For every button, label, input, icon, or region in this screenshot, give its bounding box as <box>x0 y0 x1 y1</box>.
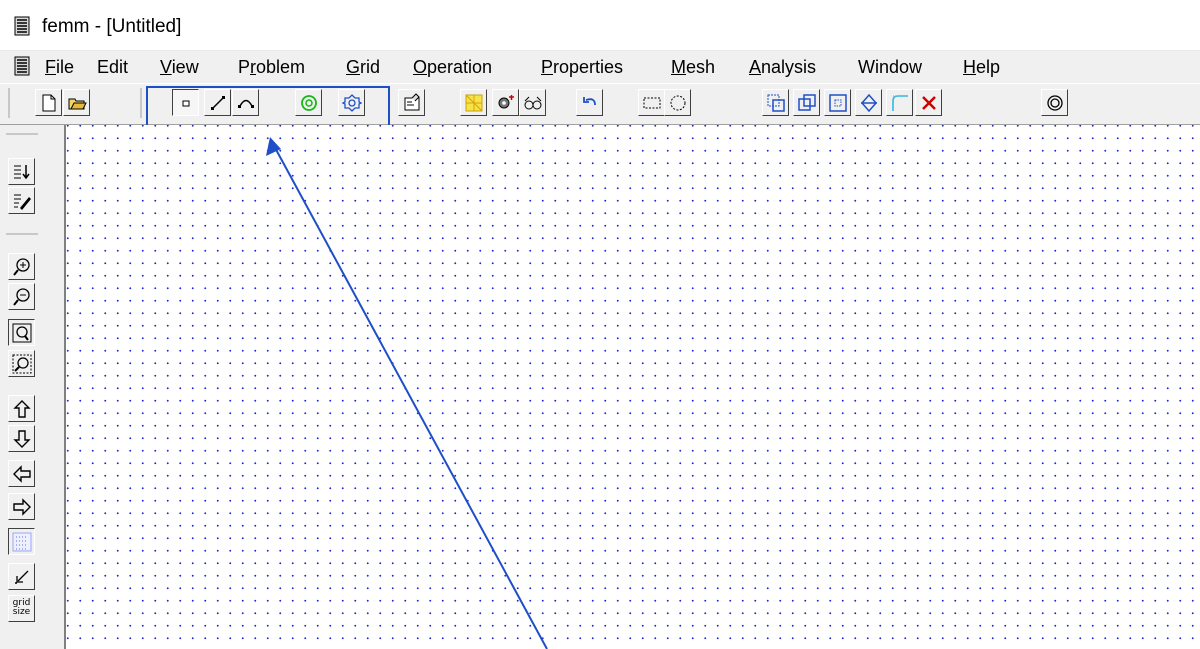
menu-edit[interactable]: Edit <box>97 57 128 78</box>
mirror-button[interactable] <box>855 89 882 116</box>
window-title: femm - [Untitled] <box>42 16 182 37</box>
arrow-down-icon <box>13 430 31 448</box>
menu-properties[interactable]: Properties <box>541 57 623 78</box>
pan-left-button[interactable] <box>8 460 35 487</box>
title-bar: femm - [Untitled] <box>0 0 1200 51</box>
open-folder-icon <box>68 98 87 110</box>
create-fillet-button[interactable] <box>886 89 913 116</box>
problem-definition-button[interactable] <box>398 89 425 116</box>
menu-problem[interactable]: Problem <box>238 57 305 78</box>
zoom-out-icon <box>13 288 30 306</box>
zoom-fit-icon <box>12 323 32 343</box>
left-toolbar: grid size <box>0 125 66 649</box>
segment-icon <box>211 96 225 110</box>
concentric-circles-icon <box>1047 95 1063 111</box>
select-rectangle-icon <box>643 97 661 109</box>
new-document-button[interactable] <box>35 89 62 116</box>
select-by-circle-button[interactable] <box>664 89 691 116</box>
menu-analysis[interactable]: Analysis <box>749 57 816 78</box>
zoom-window-button[interactable] <box>8 350 35 377</box>
copy-button[interactable] <box>762 89 789 116</box>
arc-segment-mode-button[interactable] <box>232 89 259 116</box>
zoom-out-button[interactable] <box>8 283 35 310</box>
edit-pencil-icon <box>14 194 31 210</box>
open-file-button[interactable] <box>63 89 90 116</box>
arrow-up-icon <box>13 400 31 418</box>
fillet-icon <box>892 95 908 111</box>
grid-size-button[interactable]: grid size <box>8 595 35 622</box>
zoom-in-icon <box>13 258 30 276</box>
group-mode-button[interactable] <box>338 89 365 116</box>
toolbar-grip[interactable] <box>8 88 10 118</box>
properties-sheet-icon <box>404 93 420 111</box>
pan-up-button[interactable] <box>8 395 35 422</box>
mesh-icon <box>465 94 483 112</box>
scale-icon <box>829 94 847 112</box>
arc-segment-icon <box>238 99 254 108</box>
move-button[interactable] <box>793 89 820 116</box>
view-results-button[interactable] <box>519 89 546 116</box>
femm-app-icon <box>14 16 30 36</box>
node-mode-button[interactable] <box>172 89 199 116</box>
menu-view[interactable]: View <box>160 57 199 78</box>
view-results-glasses-icon <box>524 96 542 110</box>
select-circle-icon <box>670 95 686 111</box>
list-down-icon <box>14 165 30 180</box>
undo-icon <box>583 97 596 106</box>
menu-mesh[interactable]: Mesh <box>671 57 715 78</box>
block-label-icon <box>301 95 317 111</box>
menu-operation[interactable]: Operation <box>413 57 492 78</box>
grid-dots-icon <box>12 532 32 552</box>
mirror-icon <box>861 93 877 113</box>
snap-to-grid-button[interactable] <box>8 563 35 590</box>
move-icon <box>798 94 816 111</box>
pan-down-button[interactable] <box>8 425 35 452</box>
menu-grid[interactable]: Grid <box>346 57 380 78</box>
delete-button[interactable] <box>915 89 942 116</box>
toolbar-grip[interactable] <box>6 133 38 135</box>
node-icon <box>182 100 190 107</box>
menu-file[interactable]: File <box>45 57 74 78</box>
menu-help[interactable]: Help <box>963 57 1000 78</box>
new-document-icon <box>42 94 56 112</box>
grid-size-label: grid size <box>12 598 31 617</box>
select-by-rectangle-button[interactable] <box>638 89 665 116</box>
main-toolbar <box>0 84 1200 125</box>
zoom-window-icon <box>12 354 32 374</box>
arrow-right-icon <box>13 498 31 516</box>
zoom-natural-button[interactable] <box>8 319 35 346</box>
group-icon <box>342 94 362 112</box>
segment-mode-button[interactable] <box>204 89 231 116</box>
undo-button[interactable] <box>576 89 603 116</box>
delete-x-icon <box>922 96 936 110</box>
menu-bar: File Edit View Problem Grid Operation Pr… <box>0 51 1200 83</box>
show-names-button[interactable] <box>8 158 35 185</box>
show-grid-button[interactable] <box>8 528 35 555</box>
toolbar-grip[interactable] <box>140 88 142 118</box>
pan-right-button[interactable] <box>8 493 35 520</box>
scale-button[interactable] <box>824 89 851 116</box>
toolbar-grip[interactable] <box>6 233 38 235</box>
drawing-canvas[interactable] <box>66 125 1200 649</box>
block-label-mode-button[interactable] <box>295 89 322 116</box>
arrow-left-icon <box>13 465 31 483</box>
analysis-gear-icon <box>498 95 514 109</box>
copy-icon <box>767 94 785 112</box>
zoom-in-button[interactable] <box>8 253 35 280</box>
femm-document-icon[interactable] <box>12 56 32 76</box>
snap-arrow-icon <box>15 570 29 584</box>
create-mesh-button[interactable] <box>460 89 487 116</box>
edit-properties-button[interactable] <box>8 187 35 214</box>
open-boundary-button[interactable] <box>1041 89 1068 116</box>
menu-window[interactable]: Window <box>858 57 922 78</box>
run-analysis-button[interactable] <box>492 89 519 116</box>
